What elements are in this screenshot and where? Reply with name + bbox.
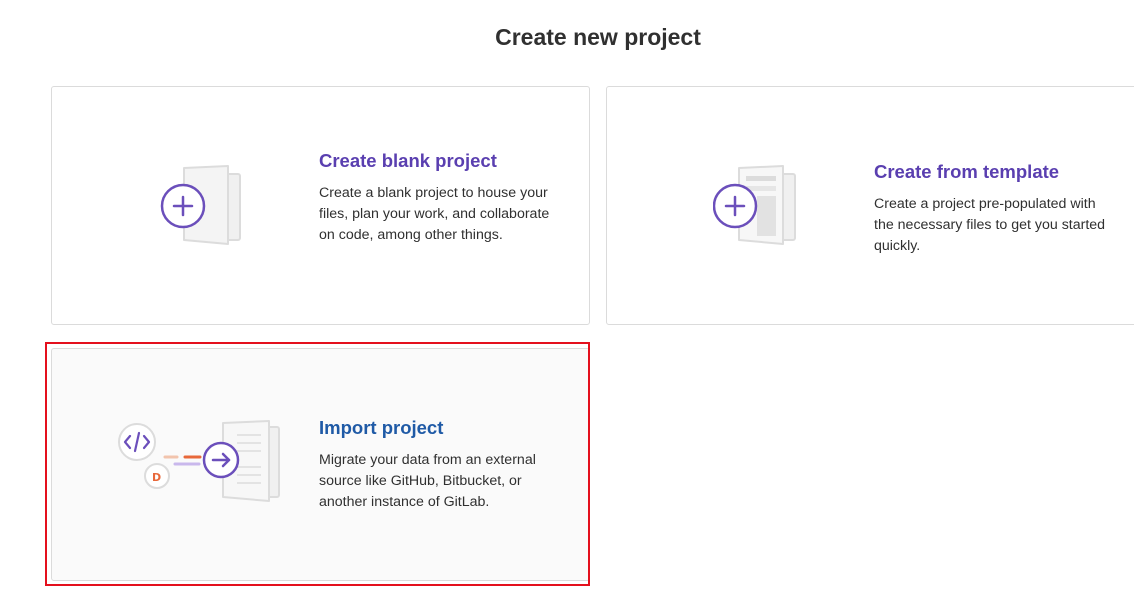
create-blank-project-card[interactable]: Create blank project Create a blank proj… (51, 86, 590, 325)
import-project-card[interactable]: D Import project Migrate your data from … (51, 348, 590, 581)
create-from-template-card[interactable]: Create from template Create a project pr… (606, 86, 1134, 325)
new-project-page: Create new project Create blank project … (0, 0, 1134, 598)
create-blank-project-title[interactable]: Create blank project (319, 150, 559, 172)
import-document-icon: D (118, 420, 280, 502)
page-title: Create new project (495, 24, 701, 50)
import-project-description: Migrate your data from an external sourc… (319, 452, 536, 510)
create-from-template-title[interactable]: Create from template (874, 161, 1114, 183)
template-document-icon (713, 165, 796, 245)
import-project-title[interactable]: Import project (319, 417, 559, 439)
create-from-template-description: Create a project pre-populated with the … (874, 196, 1106, 254)
svg-text:D: D (152, 471, 161, 484)
plus-document-icon (160, 165, 241, 245)
create-blank-project-description: Create a blank project to house your fil… (319, 185, 550, 243)
